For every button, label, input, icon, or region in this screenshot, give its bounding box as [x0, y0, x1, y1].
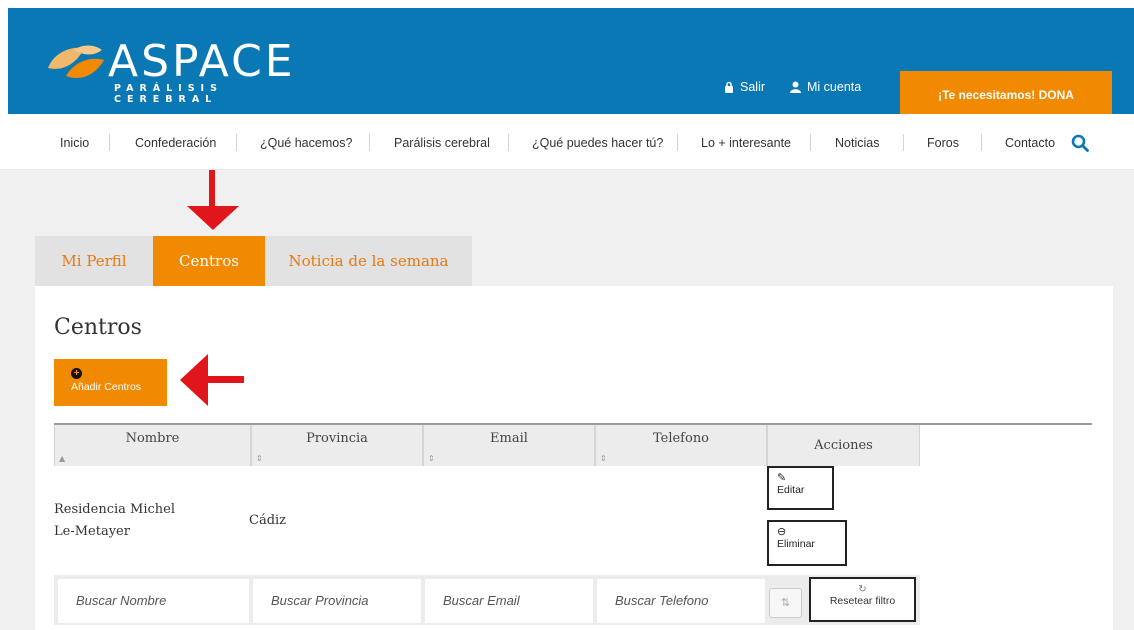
annotation-arrow-left-icon [180, 354, 244, 406]
page-title: Centros [54, 315, 142, 340]
logo-wordmark: ASPACE [108, 36, 296, 87]
nav-divider [109, 134, 110, 151]
delete-label: Eliminar [777, 538, 815, 550]
nav-item-foros[interactable]: Foros [927, 136, 959, 150]
nav-item-confederacion[interactable]: Confederación [135, 136, 216, 150]
filter-email-input[interactable]: Buscar Email [425, 579, 593, 623]
column-header-email[interactable]: Email ⇕ [423, 425, 595, 466]
table-row-nombre: Residencia Michel Le-Metayer [54, 499, 175, 543]
nav-item-que-hacemos[interactable]: ¿Qué hacemos? [260, 136, 352, 150]
nav-divider [369, 134, 370, 151]
lock-icon [725, 81, 733, 93]
edit-button[interactable]: ✎ Editar [767, 466, 834, 510]
nav-item-paralisis-cerebral[interactable]: Parálisis cerebral [394, 136, 490, 150]
edit-label: Editar [777, 484, 805, 496]
nav-divider [508, 134, 509, 151]
reset-filter-button[interactable]: ↻ Resetear filtro [809, 577, 916, 622]
user-icon [790, 81, 801, 93]
tab-mi-perfil[interactable]: Mi Perfil [35, 236, 153, 286]
nav-item-que-puedes-hacer[interactable]: ¿Qué puedes hacer tú? [532, 136, 663, 150]
filter-telefono-input[interactable]: Buscar Telefono [597, 579, 765, 623]
nav-divider [981, 134, 982, 151]
column-label: Provincia [306, 431, 368, 446]
nav-divider [677, 134, 678, 151]
account-link[interactable]: Mi cuenta [790, 80, 861, 94]
nav-item-lo-mas-interesante[interactable]: Lo + interesante [701, 136, 791, 150]
sort-icon[interactable]: ⇕ [428, 454, 435, 463]
column-header-telefono[interactable]: Telefono ⇕ [595, 425, 767, 466]
profile-tabs: Mi Perfil Centros Noticia de la semana [35, 236, 472, 286]
main-navigation: Inicio Confederación ¿Qué hacemos? Parál… [0, 114, 1134, 170]
nav-divider [236, 134, 237, 151]
nombre-line: Le-Metayer [54, 524, 130, 539]
nav-item-contacto[interactable]: Contacto [1005, 136, 1055, 150]
tab-centros[interactable]: Centros [153, 236, 265, 286]
column-header-acciones: Acciones [767, 425, 920, 466]
delete-button[interactable]: ⊖ Eliminar [767, 520, 847, 566]
leaf-logo-icon [48, 45, 104, 79]
sort-icon[interactable]: ⇕ [600, 454, 607, 463]
column-label: Email [490, 431, 528, 446]
search-icon[interactable] [1071, 134, 1089, 152]
minus-circle-icon: ⊖ [777, 526, 787, 538]
sort-asc-icon[interactable]: ▲ [59, 454, 65, 463]
annotation-arrow-down-icon [187, 170, 239, 230]
nav-divider [810, 134, 811, 151]
filter-nombre-input[interactable]: Buscar Nombre [58, 579, 249, 623]
table-row-provincia: Cádiz [249, 513, 287, 528]
column-label: Telefono [652, 431, 710, 446]
filter-provincia-input[interactable]: Buscar Provincia [253, 579, 421, 623]
nombre-line: Residencia Michel [54, 502, 175, 517]
centros-panel: Centros + Añadir Centros Nombre ▲ Provin… [35, 286, 1113, 630]
sort-icon[interactable]: ⇕ [256, 454, 263, 463]
tab-noticia-semana[interactable]: Noticia de la semana [265, 236, 472, 286]
account-label: Mi cuenta [807, 80, 862, 94]
nav-divider [903, 134, 904, 151]
add-centros-button[interactable]: + Añadir Centros [54, 359, 167, 406]
nav-item-inicio[interactable]: Inicio [60, 136, 89, 150]
reset-filter-label: Resetear filtro [829, 595, 896, 607]
donate-button[interactable]: ¡Te necesitamos! DONA [900, 71, 1112, 114]
aspace-logo[interactable]: ASPACE PARÁLISIS CEREBRAL [44, 32, 296, 105]
column-header-provincia[interactable]: Provincia ⇕ [251, 425, 423, 466]
pencil-icon: ✎ [777, 472, 787, 484]
column-label: Acciones [814, 438, 873, 453]
filter-row: Buscar Nombre Buscar Provincia Buscar Em… [54, 575, 920, 625]
plus-circle-icon: + [71, 368, 82, 379]
filter-toggle-icon[interactable]: ⇅ [769, 588, 802, 618]
logo-tagline: PARÁLISIS CEREBRAL [114, 83, 223, 105]
nav-item-noticias[interactable]: Noticias [835, 136, 879, 150]
site-header: ASPACE PARÁLISIS CEREBRAL Salir Mi cuent… [8, 8, 1134, 114]
column-header-nombre[interactable]: Nombre ▲ [54, 425, 251, 466]
refresh-icon: ↻ [858, 584, 867, 595]
add-centros-label: Añadir Centros [71, 381, 142, 393]
column-label: Nombre [125, 431, 180, 446]
logout-label: Salir [740, 80, 766, 94]
logout-link[interactable]: Salir [724, 80, 765, 94]
